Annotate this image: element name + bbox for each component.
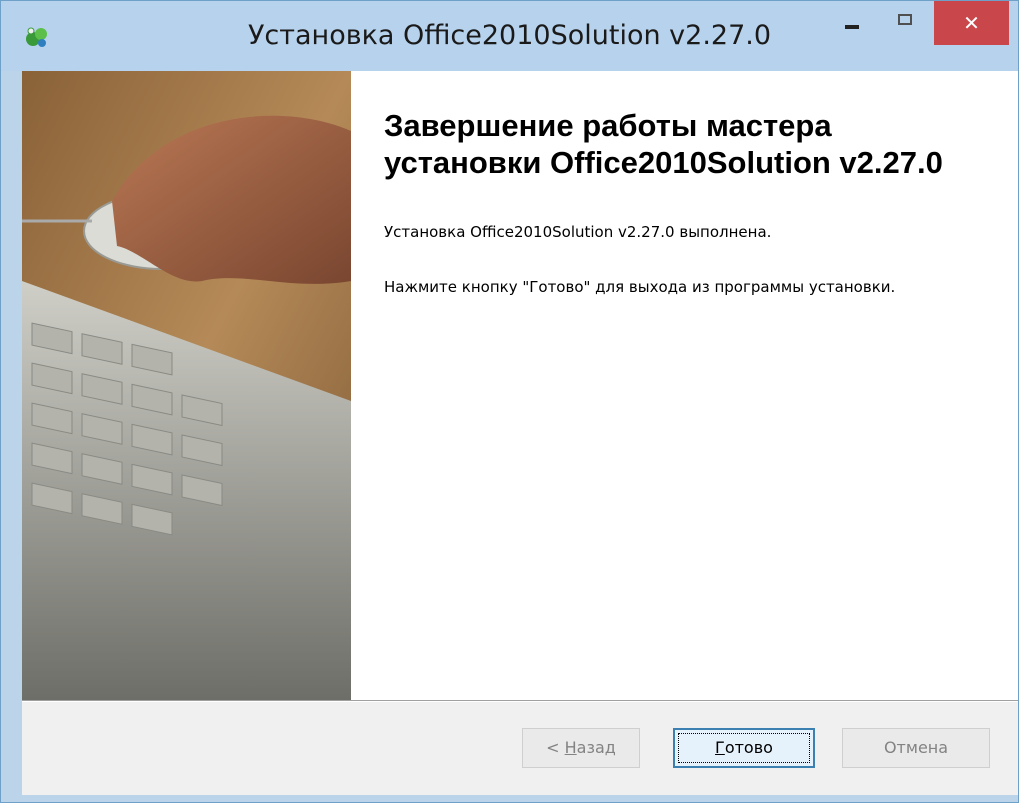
installer-window: Установка Office2010Solution v2.27.0 ✕ З… [0,0,1019,803]
wizard-content: Завершение работы мастера установки Offi… [351,71,1018,700]
close-button[interactable]: ✕ [934,1,1009,45]
cancel-button[interactable]: Отмена [842,728,990,768]
back-button[interactable]: < Назад [522,728,640,768]
close-icon: ✕ [963,11,980,35]
maximize-icon [898,14,912,25]
focus-rectangle [678,733,810,763]
minimize-icon [845,25,859,29]
wizard-client-area: Завершение работы мастера установки Offi… [22,71,1018,795]
finish-button[interactable]: Готово [673,728,815,768]
instruction-text: Нажмите кнопку "Готово" для выхода из пр… [384,278,896,296]
page-heading: Завершение работы мастера установки Offi… [384,108,943,180]
wizard-side-image [22,71,351,700]
title-bar[interactable]: Установка Office2010Solution v2.27.0 ✕ [1,1,1018,71]
back-button-prefix: < [546,738,565,757]
maximize-button[interactable] [881,1,929,45]
back-button-accel: Н [564,738,577,757]
minimize-button[interactable] [825,1,873,45]
button-area-divider-highlight [22,701,1018,702]
back-button-label: азад [576,738,616,757]
status-text: Установка Office2010Solution v2.27.0 вып… [384,223,772,241]
